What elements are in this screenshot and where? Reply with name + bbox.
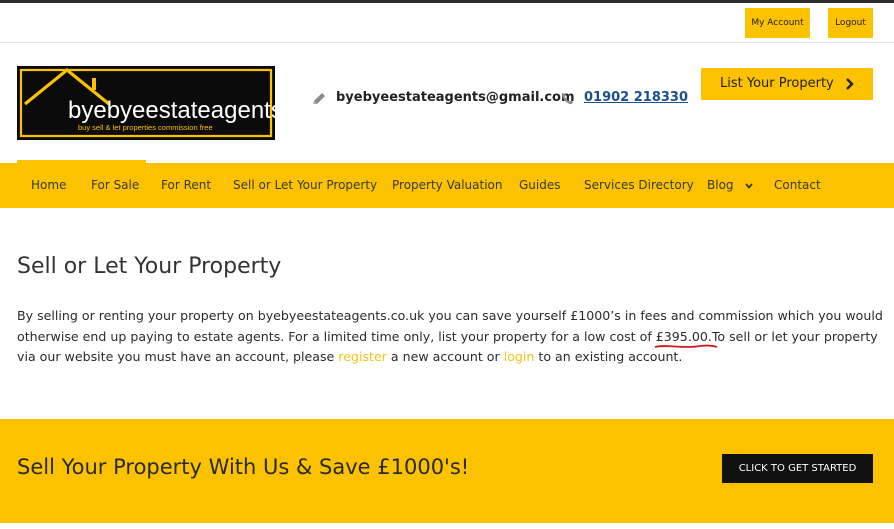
nav-item-for-rent[interactable]: For Rent (161, 163, 211, 208)
nav-item-sell-or-let[interactable]: Sell or Let Your Property (233, 163, 377, 208)
nav-item-home[interactable]: Home (31, 163, 66, 208)
get-started-button[interactable]: CLICK TO GET STARTED (722, 454, 873, 483)
pencil-icon (313, 93, 325, 104)
chevron-right-icon (846, 78, 854, 90)
list-your-property-label: List Your Property (720, 76, 834, 91)
nav-item-contact[interactable]: Contact (774, 163, 821, 208)
nav-item-blog-label: Blog (707, 178, 734, 192)
phone-icon (562, 92, 574, 105)
my-account-button[interactable]: My Account (745, 8, 810, 38)
nav-item-guides[interactable]: Guides (519, 163, 561, 208)
price-underline-annotation (654, 344, 718, 348)
chevron-down-icon (745, 182, 754, 189)
nav-item-blog[interactable]: Blog (707, 163, 754, 208)
logo-tagline: buy sell & let properties commission fre… (78, 123, 213, 132)
intro-paragraph: By selling or renting your property on b… (17, 306, 883, 368)
top-bar: My Account Logout (0, 3, 894, 43)
contact-phone-link[interactable]: 01902 218330 (584, 90, 688, 105)
site-logo[interactable]: byebyeestateagents buy sell & let proper… (17, 66, 275, 140)
nav-item-services-directory[interactable]: Services Directory (584, 163, 694, 208)
logout-button[interactable]: Logout (828, 8, 873, 38)
register-link[interactable]: register (338, 349, 387, 364)
login-link[interactable]: login (504, 349, 535, 364)
contact-email: byebyeestateagents@gmail.com (336, 90, 575, 105)
nav-item-for-sale[interactable]: For Sale (91, 163, 139, 208)
page-title: Sell or Let Your Property (17, 254, 282, 279)
intro-text-part-4: to an existing account. (534, 349, 683, 365)
list-your-property-button[interactable]: List Your Property (701, 68, 873, 100)
intro-text-part-3: a new account or (386, 349, 504, 365)
logo-wordmark: byebyeestateagents (68, 97, 275, 124)
promo-banner: Sell Your Property With Us & Save £1000'… (0, 419, 894, 523)
logo-graphic: byebyeestateagents buy sell & let proper… (17, 66, 275, 140)
nav-item-property-valuation[interactable]: Property Valuation (392, 163, 503, 208)
price-highlight: £395.00. (654, 327, 718, 348)
main-nav: Home For Sale For Rent Sell or Let Your … (0, 163, 894, 208)
promo-title: Sell Your Property With Us & Save £1000'… (17, 455, 470, 479)
